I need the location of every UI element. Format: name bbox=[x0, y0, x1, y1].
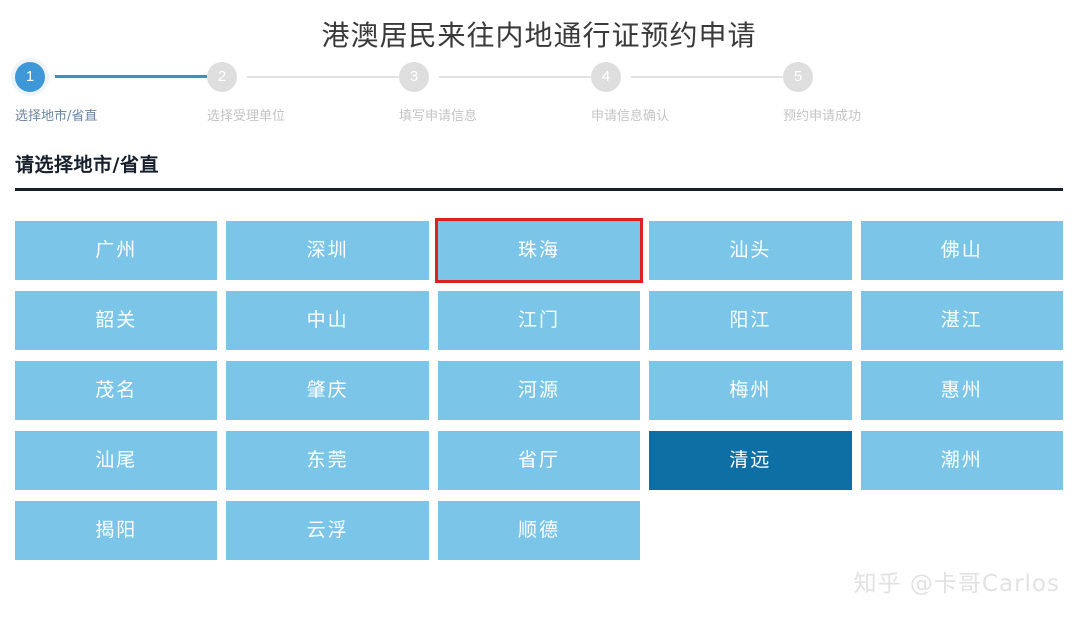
step-circle-3: 3 bbox=[399, 62, 429, 92]
city-tile-empty bbox=[649, 501, 851, 560]
step-circle-2: 2 bbox=[207, 62, 237, 92]
city-tile[interactable]: 珠海 bbox=[434, 218, 644, 283]
city-grid: 广州 深圳 珠海 汕头 佛山韶关 中山 江门 阳江 湛江茂名 肇庆 河源 梅州 惠州汕尾 东莞 省厅 清远 潮州… bbox=[15, 218, 1063, 560]
step-label-4: 申请信息确认 bbox=[591, 109, 670, 124]
step-label-3: 填写申请信息 bbox=[399, 109, 478, 124]
city-tile-empty bbox=[861, 501, 1063, 560]
city-tile[interactable]: 汕头 bbox=[649, 221, 852, 280]
city-tile[interactable]: 云浮 bbox=[226, 501, 429, 560]
city-tile[interactable]: 深圳 bbox=[226, 221, 429, 280]
city-tile[interactable]: 梅州 bbox=[649, 361, 852, 420]
progress-stepper: 1 选择地市/省直 2 选择受理单位 3 填写申请信息 4 申请信息确认 5 预约申请成功 bbox=[0, 62, 1078, 152]
city-tile[interactable]: 惠州 bbox=[860, 361, 1063, 420]
step-label-2: 选择受理单位 bbox=[207, 109, 286, 124]
step-label-5: 预约申请成功 bbox=[783, 109, 862, 124]
city-tile[interactable]: 湛江 bbox=[860, 291, 1063, 350]
city-tile[interactable]: 中山 bbox=[226, 291, 429, 350]
city-tile[interactable]: 肇庆 bbox=[226, 361, 429, 420]
step-circle-1: 1 bbox=[15, 62, 45, 92]
city-tile[interactable]: 河源 bbox=[437, 361, 641, 420]
city-tile[interactable]: 阳江 bbox=[649, 291, 852, 350]
step-connector-2 bbox=[247, 76, 399, 78]
step-circle-4: 4 bbox=[591, 62, 621, 92]
city-tile[interactable]: 茂名 bbox=[15, 361, 218, 420]
city-tile[interactable]: 省厅 bbox=[437, 431, 641, 490]
city-tile[interactable]: 汕尾 bbox=[15, 431, 218, 490]
section-title: 请选择地市/省直 bbox=[15, 154, 159, 176]
step-connector-4 bbox=[631, 76, 783, 78]
city-tile[interactable]: 顺德 bbox=[437, 501, 641, 560]
city-tile[interactable]: 韶关 bbox=[15, 291, 218, 350]
city-tile[interactable]: 东莞 bbox=[226, 431, 429, 490]
step-connector-1 bbox=[55, 75, 207, 78]
section-divider bbox=[15, 188, 1063, 191]
section-select-city: 请选择地市/省直 bbox=[15, 152, 1063, 191]
city-tile[interactable]: 清远 bbox=[649, 431, 852, 490]
step-connector-3 bbox=[439, 76, 591, 78]
step-circle-5: 5 bbox=[783, 62, 813, 92]
city-tile[interactable]: 江门 bbox=[437, 291, 641, 350]
city-tile[interactable]: 佛山 bbox=[860, 221, 1063, 280]
city-tile[interactable]: 揭阳 bbox=[15, 501, 218, 560]
watermark: 知乎 @卡哥Carlos bbox=[853, 571, 1060, 597]
step-label-1: 选择地市/省直 bbox=[15, 109, 98, 124]
city-tile[interactable]: 广州 bbox=[15, 221, 218, 280]
page-title: 港澳居民来往内地通行证预约申请 bbox=[321, 19, 757, 52]
city-tile[interactable]: 潮州 bbox=[860, 431, 1063, 490]
